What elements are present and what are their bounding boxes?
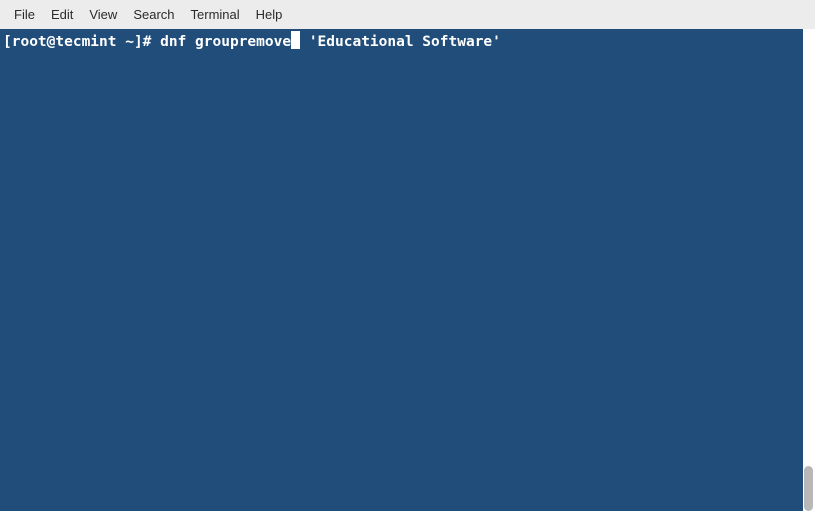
menu-terminal[interactable]: Terminal — [183, 3, 248, 26]
menu-help[interactable]: Help — [248, 3, 291, 26]
terminal-viewport[interactable]: [root@tecmint ~]# dnf groupremove 'Educa… — [0, 29, 803, 511]
terminal-line: [root@tecmint ~]# dnf groupremove 'Educa… — [3, 31, 800, 52]
menu-view[interactable]: View — [81, 3, 125, 26]
prompt-text-before-cursor: [root@tecmint ~]# dnf groupremove — [3, 34, 291, 50]
scrollbar-track[interactable] — [803, 29, 815, 511]
terminal-cursor — [291, 31, 300, 49]
prompt-text-after-cursor: 'Educational Software' — [300, 34, 501, 50]
menubar: File Edit View Search Terminal Help — [0, 0, 815, 29]
scrollbar-thumb[interactable] — [804, 466, 813, 511]
menu-file[interactable]: File — [6, 3, 43, 26]
menu-edit[interactable]: Edit — [43, 3, 81, 26]
menu-search[interactable]: Search — [125, 3, 182, 26]
